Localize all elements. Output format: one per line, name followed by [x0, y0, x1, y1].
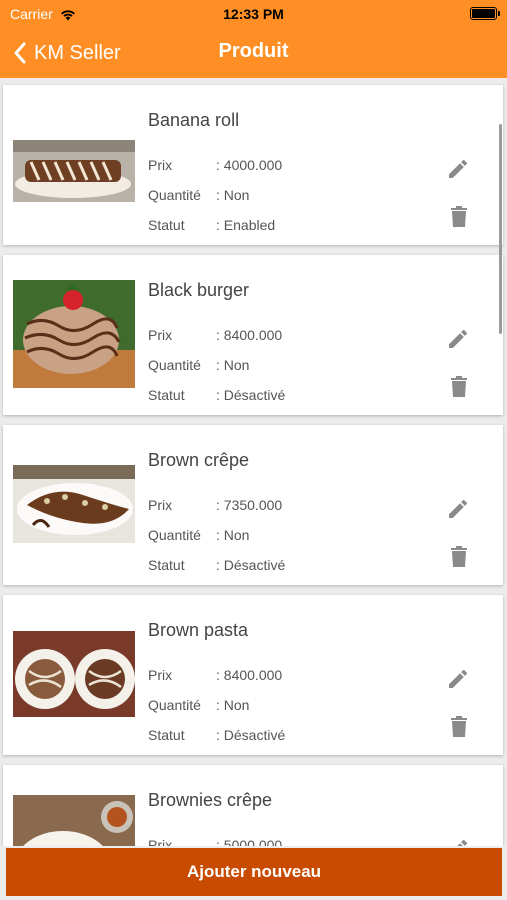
price-label: Prix [148, 497, 173, 513]
status-row: Statut : Enabled [148, 217, 275, 233]
trash-icon[interactable] [449, 375, 469, 397]
quantity-value: : Non [216, 187, 250, 203]
page-title: Produit [218, 40, 289, 62]
product-name: Black burger [148, 280, 250, 300]
price-row: Prix : 8400.000 [148, 327, 282, 343]
product-name: Brown crêpe [148, 450, 250, 470]
status-value: : Désactivé [216, 727, 286, 743]
quantity-row: Quantité : Non [148, 357, 249, 373]
header-bar: Carrier 12:33 PM KM Seller Produit [0, 0, 507, 78]
quantity-value: : Non [216, 697, 250, 713]
status-value: : Enabled [216, 217, 276, 233]
price-label: Prix [148, 327, 173, 343]
price-value: : 5000.000 [216, 837, 283, 846]
quantity-label: Quantité [148, 527, 201, 543]
add-new-button[interactable]: Ajouter nouveau [6, 848, 502, 896]
scrollbar[interactable] [499, 124, 502, 334]
trash-icon[interactable] [449, 545, 469, 567]
price-value: : 8400.000 [216, 667, 283, 683]
pencil-icon[interactable] [446, 327, 470, 351]
status-row: Statut : Désactivé [148, 727, 285, 743]
price-label: Prix [148, 157, 173, 173]
status-label: Statut [148, 727, 185, 743]
product-list[interactable]: Banana roll Prix : 4000.000 Quantité : Non… [0, 78, 507, 846]
product-name: Brown pasta [148, 620, 249, 640]
pencil-icon[interactable] [446, 837, 470, 846]
quantity-label: Quantité [148, 357, 201, 373]
product-name: Banana roll [148, 110, 240, 130]
price-label: Prix [148, 837, 173, 846]
trash-icon[interactable] [449, 715, 469, 737]
product-card[interactable]: Black burger Prix : 8400.000 Quantité : No… [3, 255, 503, 415]
price-row: Prix : 5000.000 [148, 837, 282, 846]
pencil-icon[interactable] [446, 157, 470, 181]
product-image [13, 280, 135, 388]
price-row: Prix : 7350.000 [148, 497, 282, 513]
status-value: : Désactivé [216, 557, 286, 573]
price-value: : 7350.000 [216, 497, 283, 513]
quantity-value: : Non [216, 527, 250, 543]
quantity-row: Quantité : Non [148, 697, 249, 713]
quantity-value: : Non [216, 357, 250, 373]
product-image [13, 465, 135, 543]
trash-icon[interactable] [449, 205, 469, 227]
price-value: : 4000.000 [216, 157, 283, 173]
status-label: Statut [148, 217, 185, 233]
product-card[interactable]: Brown crêpe Prix : 7350.000 Quantité : Non… [3, 425, 503, 585]
clock: 12:33 PM [223, 6, 284, 22]
price-row: Prix : 4000.000 [148, 157, 282, 173]
navigation-bar: KM Seller Produit [0, 28, 507, 78]
status-value: : Désactivé [216, 387, 286, 403]
product-card[interactable]: Banana roll Prix : 4000.000 Quantité : Non… [3, 85, 503, 245]
battery-icon [470, 7, 500, 20]
product-card[interactable]: Brownies crêpe Prix : 5000.000 [3, 765, 503, 846]
product-image [13, 631, 135, 717]
product-image [13, 795, 135, 846]
price-value: : 8400.000 [216, 327, 283, 343]
status-row: Statut : Désactivé [148, 557, 285, 573]
product-name: Brownies crêpe [148, 790, 273, 810]
quantity-label: Quantité [148, 697, 201, 713]
product-image [13, 140, 135, 202]
pencil-icon[interactable] [446, 497, 470, 521]
status-bar: Carrier 12:33 PM [0, 0, 507, 28]
pencil-icon[interactable] [446, 667, 470, 691]
quantity-row: Quantité : Non [148, 527, 249, 543]
status-row: Statut : Désactivé [148, 387, 285, 403]
price-label: Prix [148, 667, 173, 683]
status-label: Statut [148, 557, 185, 573]
price-row: Prix : 8400.000 [148, 667, 282, 683]
quantity-row: Quantité : Non [148, 187, 249, 203]
status-label: Statut [148, 387, 185, 403]
quantity-label: Quantité [148, 187, 201, 203]
product-card[interactable]: Brown pasta Prix : 8400.000 Quantité : Non… [3, 595, 503, 755]
